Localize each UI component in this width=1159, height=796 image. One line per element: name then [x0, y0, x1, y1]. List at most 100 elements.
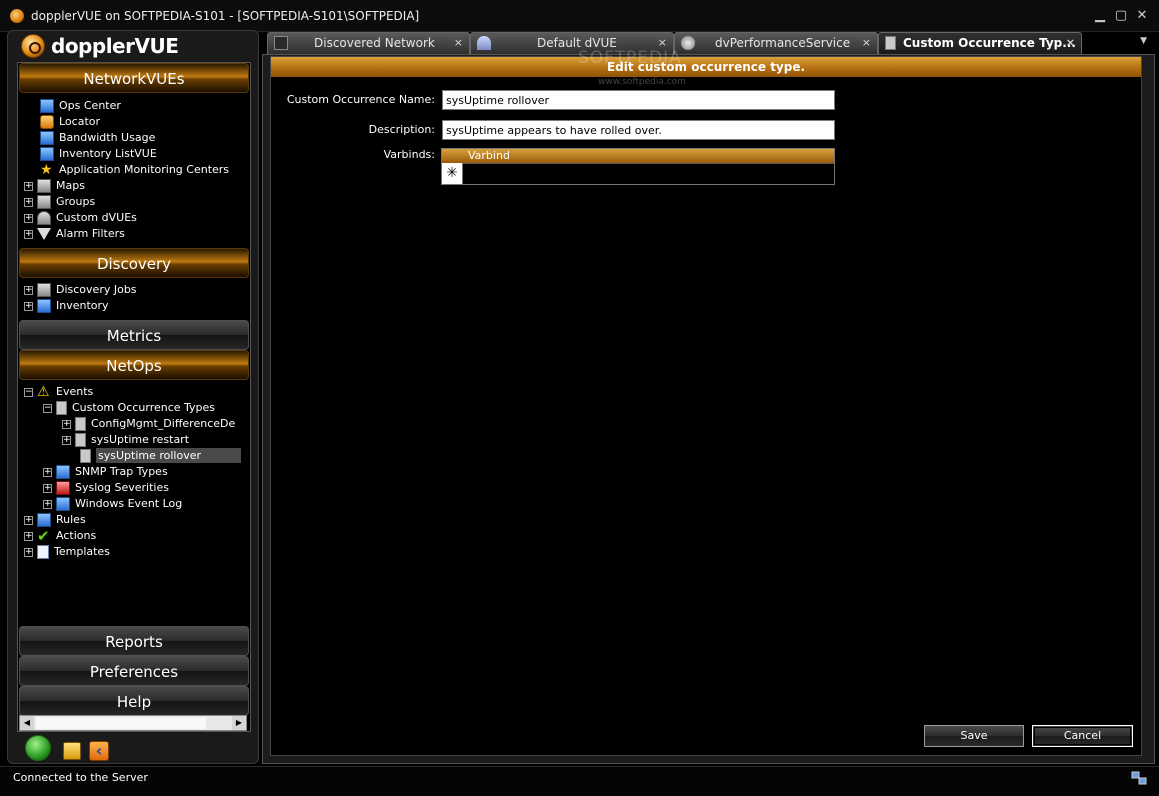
varbind-column-header[interactable]: Varbind — [468, 149, 510, 163]
expand-icon[interactable]: + — [43, 483, 52, 493]
cancel-button[interactable]: Cancel — [1032, 725, 1133, 747]
syslog-icon — [56, 481, 70, 495]
app-icon — [10, 9, 24, 23]
expand-icon[interactable]: + — [24, 197, 33, 207]
section-reports[interactable]: Reports — [19, 626, 249, 656]
scroll-right-button[interactable]: ▶ — [232, 716, 246, 730]
expand-icon[interactable]: + — [62, 419, 71, 429]
network-map-icon — [274, 36, 288, 50]
logo: dopplerVUE — [7, 30, 259, 63]
tree-item-sysuptime-restart[interactable]: + sysUptime restart — [62, 432, 189, 448]
tree-item-actions[interactable]: + ✔ Actions — [24, 528, 96, 544]
expand-icon[interactable]: + — [43, 467, 52, 477]
phone-icon[interactable] — [25, 735, 51, 761]
section-preferences[interactable]: Preferences — [19, 656, 249, 686]
tree-item-events[interactable]: − ⚠ Events — [24, 384, 93, 400]
connection-status: Connected to the Server — [13, 771, 148, 784]
tree-item-templates[interactable]: + Templates — [24, 544, 110, 560]
back-arrow-icon[interactable]: ‹ — [89, 741, 109, 761]
tree-item-configmgmt-difference[interactable]: + ConfigMgmt_DifferenceDe — [62, 416, 235, 432]
collapse-icon[interactable]: − — [24, 387, 33, 397]
document-icon — [37, 545, 49, 559]
doppler-logo-icon — [21, 34, 45, 58]
funnel-icon — [37, 228, 51, 240]
tree-item-syslog-severities[interactable]: + Syslog Severities — [43, 480, 169, 496]
inventory-list-icon — [40, 147, 54, 161]
groups-icon — [37, 195, 51, 209]
section-netops[interactable]: NetOps — [19, 350, 249, 380]
tree-item-ops-center[interactable]: Ops Center — [40, 98, 121, 114]
tree-item-sysuptime-rollover[interactable]: sysUptime rollover — [80, 448, 242, 464]
close-tab-icon[interactable]: × — [454, 33, 463, 53]
expand-icon[interactable]: + — [24, 515, 33, 525]
tree-item-inventory-listvue[interactable]: Inventory ListVUE — [40, 146, 157, 162]
tree-item-bandwidth-usage[interactable]: Bandwidth Usage — [40, 130, 155, 146]
description-label: Description: — [368, 123, 435, 136]
checkmark-icon: ✔ — [37, 527, 50, 545]
ops-center-icon — [40, 99, 54, 113]
rules-icon — [37, 513, 51, 527]
warning-icon: ⚠ — [37, 384, 50, 400]
expand-icon[interactable]: + — [24, 213, 33, 223]
minimize-button[interactable]: ▁ — [1092, 8, 1108, 24]
inventory-icon — [37, 299, 51, 313]
clipboard-icon — [80, 449, 91, 463]
window-title: dopplerVUE on SOFTPEDIA-S101 - [SOFTPEDI… — [31, 9, 420, 23]
expand-icon[interactable]: + — [24, 531, 33, 541]
tree-item-discovery-jobs[interactable]: + Discovery Jobs — [24, 282, 137, 298]
collapse-icon[interactable]: − — [43, 403, 52, 413]
save-button[interactable]: Save — [924, 725, 1024, 747]
bandwidth-icon — [40, 131, 54, 145]
tab-list-dropdown-icon[interactable]: ▼ — [1140, 36, 1147, 46]
close-tab-icon[interactable]: × — [862, 33, 871, 53]
tree-item-alarm-filters[interactable]: + Alarm Filters — [24, 226, 125, 242]
status-bar: Connected to the Server — [0, 766, 1159, 796]
scroll-thumb[interactable] — [36, 717, 206, 729]
expand-icon[interactable]: + — [24, 301, 33, 311]
expand-icon[interactable]: + — [43, 499, 52, 509]
watermark-url: www.softpedia.com — [598, 77, 686, 87]
expand-icon[interactable]: + — [24, 547, 33, 557]
expand-icon[interactable]: + — [62, 435, 71, 445]
expand-icon[interactable]: + — [24, 181, 33, 191]
gear-icon — [681, 36, 695, 50]
tab-dvperformanceservice[interactable]: dvPerformanceService × — [674, 32, 878, 54]
varbind-new-cell[interactable] — [463, 163, 834, 184]
section-networkvues[interactable]: NetworkVUEs — [19, 63, 249, 93]
expand-icon[interactable]: + — [24, 229, 33, 239]
description-input[interactable] — [442, 120, 835, 140]
tree-item-groups[interactable]: + Groups — [24, 194, 95, 210]
windows-event-icon — [56, 497, 70, 511]
expand-icon[interactable]: + — [24, 285, 33, 295]
tree-item-maps[interactable]: + Maps — [24, 178, 85, 194]
close-button[interactable]: ✕ — [1134, 8, 1150, 24]
horizontal-scrollbar[interactable]: ◀ ▶ — [19, 715, 247, 731]
tree-item-rules[interactable]: + Rules — [24, 512, 86, 528]
tree-item-custom-dvues[interactable]: + Custom dVUEs — [24, 210, 137, 226]
clipboard-icon — [75, 433, 86, 447]
tree-item-locator[interactable]: Locator — [40, 114, 100, 130]
tab-discovered-network[interactable]: Discovered Network × — [267, 32, 470, 54]
varbinds-grid[interactable]: Varbind ✳ — [441, 148, 835, 185]
form-banner: Edit custom occurrence type. — [271, 57, 1141, 77]
occurrence-name-input[interactable] — [442, 90, 835, 110]
tab-custom-occurrence-types[interactable]: Custom Occurrence Typ... × — [878, 32, 1082, 54]
network-connection-icon — [1131, 771, 1147, 785]
locator-icon — [40, 115, 54, 129]
tree-item-application-monitoring-centers[interactable]: ★ Application Monitoring Centers — [40, 162, 229, 178]
maximize-button[interactable]: ▢ — [1113, 8, 1129, 24]
map-icon — [37, 179, 51, 193]
tree-item-windows-event-log[interactable]: + Windows Event Log — [43, 496, 182, 512]
section-metrics[interactable]: Metrics — [19, 320, 249, 350]
star-icon: ★ — [40, 162, 53, 178]
lock-icon[interactable] — [63, 742, 81, 760]
section-help[interactable]: Help — [19, 686, 249, 716]
section-discovery[interactable]: Discovery — [19, 248, 249, 278]
tree-item-snmp-trap-types[interactable]: + SNMP Trap Types — [43, 464, 168, 480]
tree-item-inventory[interactable]: + Inventory — [24, 298, 109, 314]
scroll-left-button[interactable]: ◀ — [20, 716, 34, 730]
binoculars-icon — [37, 283, 51, 297]
tree-item-custom-occurrence-types[interactable]: − Custom Occurrence Types — [43, 400, 215, 416]
varbinds-grid-header: Varbind — [442, 149, 834, 163]
close-tab-icon[interactable]: × — [1066, 33, 1075, 53]
